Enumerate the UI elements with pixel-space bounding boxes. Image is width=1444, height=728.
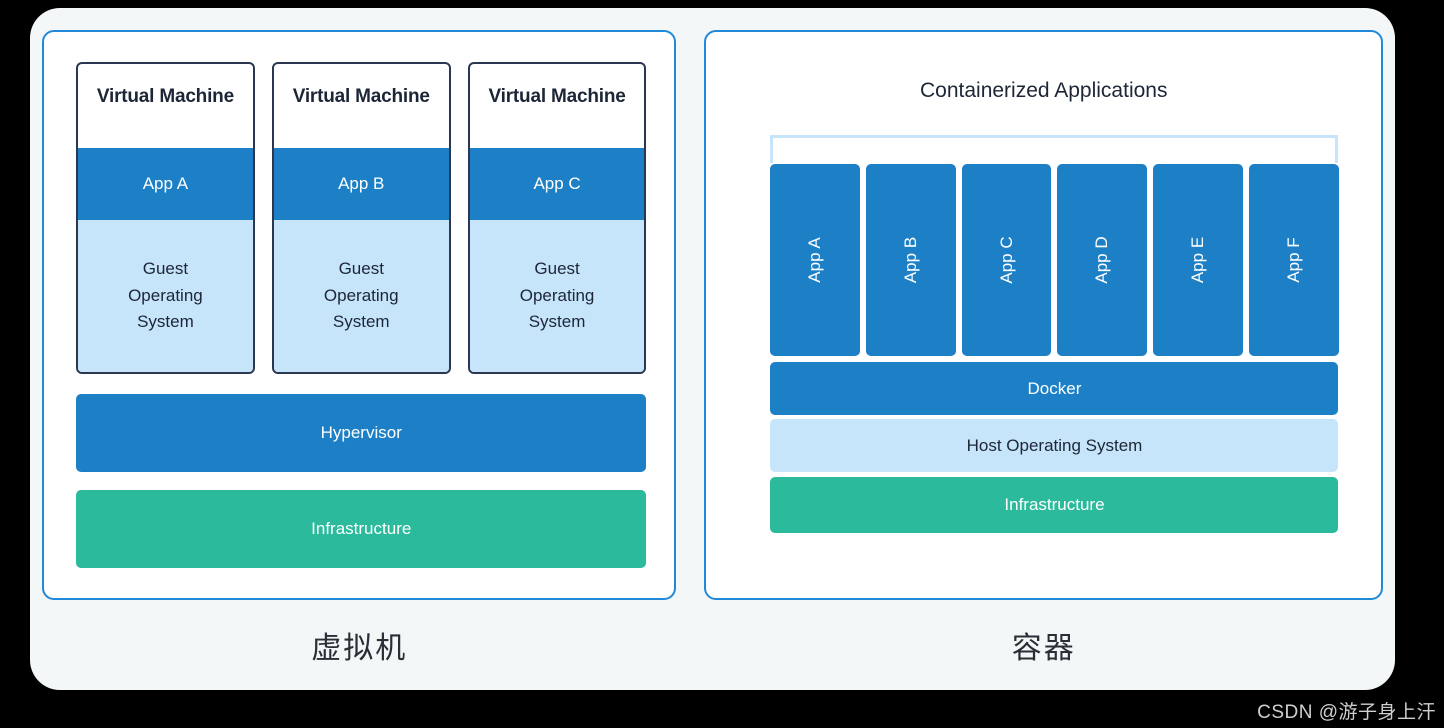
- vm-title: Virtual Machine: [488, 86, 626, 107]
- vm-guest-os-block: Guest Operating System: [469, 220, 645, 372]
- vm-app-block: App B: [273, 148, 449, 220]
- container-app-column: App B: [866, 164, 956, 356]
- container-base-stack: Docker Host Operating System Infrastruct…: [770, 362, 1339, 533]
- docker-bar: Docker: [770, 362, 1339, 415]
- container-app-label: App B: [900, 236, 920, 284]
- container-app-column: App A: [770, 164, 861, 356]
- vm-boxes-row: Virtual Machine App A Guest Operating Sy…: [76, 62, 647, 374]
- vm-box: Virtual Machine App A Guest Operating Sy…: [76, 62, 255, 374]
- virtual-machine-panel: Virtual Machine App A Guest Operating Sy…: [42, 30, 677, 600]
- hypervisor-bar: Hypervisor: [76, 394, 647, 472]
- vm-app-block: App C: [469, 148, 645, 220]
- vm-guest-os-block: Guest Operating System: [273, 220, 449, 372]
- host-operating-system-bar: Host Operating System: [770, 419, 1339, 472]
- vm-box: Virtual Machine App C Guest Operating Sy…: [467, 62, 647, 374]
- container-app-label: App C: [996, 236, 1016, 284]
- vm-title: Virtual Machine: [96, 86, 234, 107]
- container-apps-row: App A App B App C App D App E App F: [770, 164, 1339, 356]
- container-app-label: App E: [1187, 236, 1207, 284]
- vm-guest-os-block: Guest Operating System: [78, 220, 253, 372]
- csdn-watermark: CSDN @游子身上汗: [1257, 702, 1436, 723]
- vm-box: Virtual Machine App B Guest Operating Sy…: [271, 62, 451, 374]
- container-app-column: App D: [1057, 164, 1148, 356]
- container-app-label: App D: [1092, 236, 1112, 284]
- caption-virtual-machine: 虚拟机: [311, 632, 408, 665]
- container-stack: Containerized Applications App A App B A…: [706, 32, 1381, 598]
- vm-title: Virtual Machine: [292, 86, 430, 107]
- container-panel: Containerized Applications App A App B A…: [704, 30, 1383, 600]
- container-app-column: App F: [1248, 164, 1339, 356]
- vm-stack: Virtual Machine App A Guest Operating Sy…: [76, 62, 647, 572]
- captions-row: 虚拟机 容器: [42, 610, 1383, 680]
- infrastructure-bar-left: Infrastructure: [76, 490, 647, 568]
- infrastructure-bar-right: Infrastructure: [770, 477, 1339, 533]
- vm-app-block: App A: [78, 148, 253, 220]
- diagram-card: Virtual Machine App A Guest Operating Sy…: [30, 8, 1395, 690]
- caption-container: 容器: [1011, 632, 1076, 665]
- container-app-label: App F: [1283, 237, 1303, 283]
- container-app-column: App E: [1153, 164, 1243, 356]
- container-app-label: App A: [805, 237, 825, 283]
- container-app-column: App C: [961, 164, 1052, 356]
- panels-container: Virtual Machine App A Guest Operating Sy…: [42, 30, 1383, 600]
- containerized-applications-heading: Containerized Applications: [919, 79, 1168, 102]
- containerized-apps-bracket: [770, 135, 1339, 163]
